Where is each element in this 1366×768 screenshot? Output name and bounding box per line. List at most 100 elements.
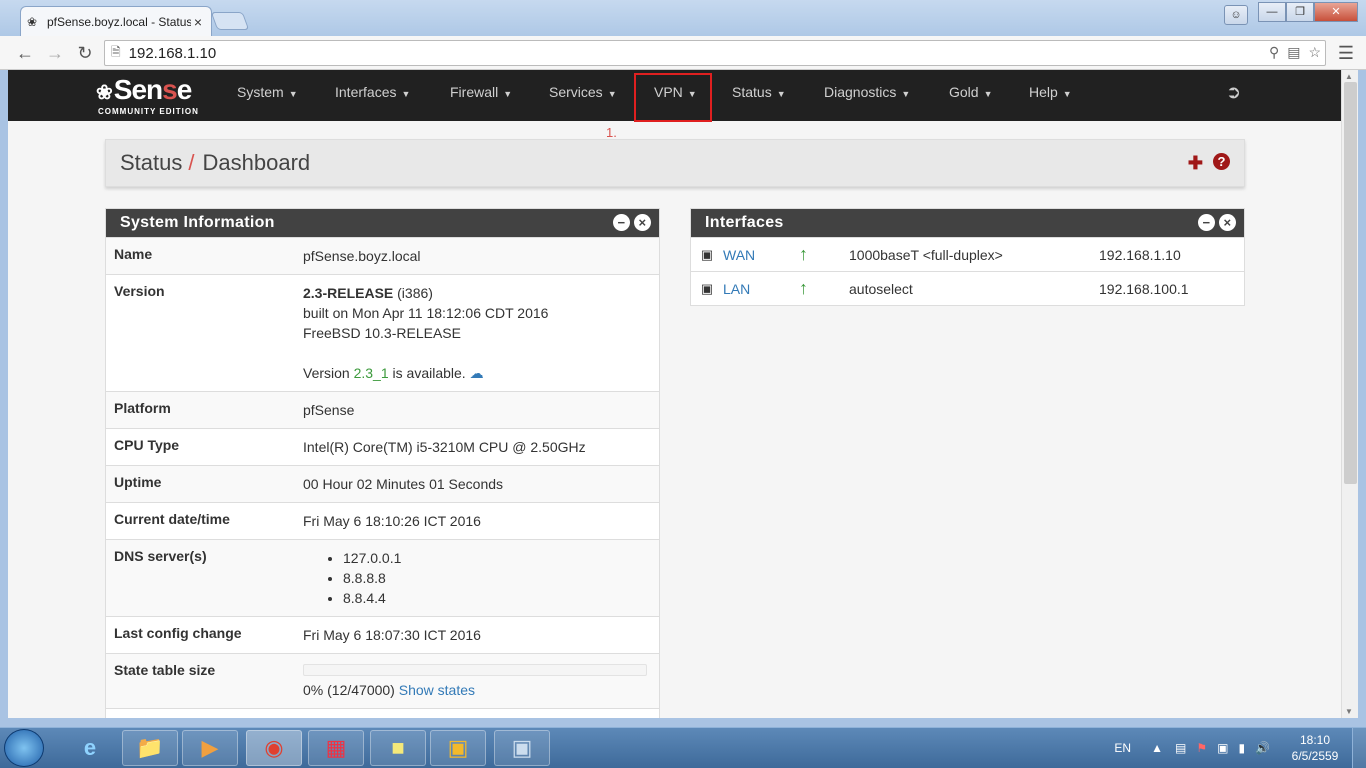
user-profile-icon[interactable]: ☺ [1224, 5, 1248, 25]
tab-title: pfSense.boyz.local - Status [47, 14, 191, 29]
close-panel-icon[interactable]: × [634, 214, 651, 231]
cloud-download-icon[interactable]: ☁ [470, 365, 484, 381]
row-label: Platform [114, 400, 171, 416]
nav-status[interactable]: Status ▼ [732, 70, 786, 121]
tray-device-icon[interactable]: ▣ [1217, 741, 1228, 755]
interface-ip: 192.168.100.1 [1099, 280, 1189, 297]
sticky-notes-icon[interactable]: ■ [370, 730, 426, 766]
nav-gold[interactable]: Gold ▼ [949, 70, 993, 121]
key-icon[interactable]: ⚲ [1269, 44, 1279, 61]
nav-services[interactable]: Services ▼ [549, 70, 617, 121]
show-desktop-button[interactable] [1352, 728, 1366, 768]
url-input[interactable] [128, 44, 1325, 62]
caret-down-icon: ▼ [901, 89, 911, 99]
window-app-icon[interactable]: ▣ [430, 730, 486, 766]
back-arrow-icon[interactable]: ← [14, 42, 36, 64]
scrollbar-thumb[interactable] [1344, 82, 1357, 484]
show-hidden-icons[interactable]: ▲ [1151, 741, 1163, 755]
nav-interfaces[interactable]: Interfaces ▼ [335, 70, 410, 121]
page-title: Dashboard [202, 150, 311, 175]
nav-label: Firewall [450, 84, 499, 100]
forward-arrow-icon[interactable]: → [44, 42, 66, 64]
image-viewer-icon[interactable]: ▣ [494, 730, 550, 766]
interface-wan-link[interactable]: WAN [723, 247, 799, 263]
nav-firewall[interactable]: Firewall ▼ [450, 70, 512, 121]
interface-lan-link[interactable]: LAN [723, 281, 799, 297]
add-widget-icon[interactable]: ✚ [1188, 153, 1203, 174]
table-row: Current date/time Fri May 6 18:10:26 ICT… [106, 502, 659, 539]
close-window-button[interactable]: ✕ [1314, 2, 1358, 22]
interface-media: autoselect [849, 280, 913, 297]
window-frame-left [0, 70, 8, 718]
minimize-panel-icon[interactable]: − [613, 214, 630, 231]
breadcrumb-section[interactable]: Status [120, 150, 182, 176]
pfsense-logo[interactable]: ❀Sense COMMUNITY EDITION [96, 74, 199, 117]
panel-header: System Information − × [106, 209, 659, 237]
nav-help[interactable]: Help ▼ [1029, 70, 1072, 121]
row-value [303, 709, 659, 718]
close-panel-icon[interactable]: × [1219, 214, 1236, 231]
logo-word-b: e [176, 74, 193, 105]
breadcrumb-separator: / [188, 150, 195, 175]
help-icon[interactable]: ? [1213, 153, 1230, 170]
logout-icon[interactable]: ➲ [1226, 82, 1241, 103]
tray-network-icon[interactable]: ▤ [1175, 741, 1186, 755]
new-tab-button[interactable] [210, 12, 250, 30]
volume-icon[interactable]: 🔊 [1255, 741, 1270, 755]
vpn-highlight-box [634, 73, 712, 122]
apps-grid-icon[interactable]: ▦ [308, 730, 364, 766]
caret-down-icon: ▼ [503, 89, 513, 99]
interface-ip: 192.168.1.10 [1099, 246, 1181, 263]
reload-icon[interactable]: ↻ [74, 42, 96, 64]
maximize-button[interactable]: ❐ [1286, 2, 1314, 22]
signal-icon[interactable]: ▮ [1238, 741, 1245, 755]
file-explorer-icon[interactable]: 📁 [122, 730, 178, 766]
browser-tab[interactable]: ❀ pfSense.boyz.local - Status × [20, 6, 212, 36]
status-up-arrow-icon: ↑ [799, 244, 808, 264]
row-label: Last config change [114, 625, 242, 641]
tab-close-icon[interactable]: × [191, 14, 205, 30]
row-label: Current date/time [114, 511, 230, 527]
minimize-button[interactable]: — [1258, 2, 1286, 22]
browser-menu-icon[interactable]: ☰ [1338, 43, 1354, 64]
row-label: Name [114, 246, 153, 262]
list-item: 127.0.0.1 [343, 548, 659, 568]
state-value: 0% (12/47000) [303, 682, 395, 698]
vertical-scrollbar[interactable]: ▲ ▼ [1341, 70, 1358, 718]
minimize-panel-icon[interactable]: − [1198, 214, 1215, 231]
update-version-link[interactable]: 2.3_1 [354, 365, 389, 381]
state-table-progress [303, 664, 647, 676]
start-button[interactable] [4, 729, 44, 767]
address-bar[interactable]: 🗎 ⚲ ▤ ☆ [104, 40, 1326, 66]
ie-icon[interactable]: e [62, 730, 118, 766]
nav-label: Status [732, 84, 772, 100]
logo-word-a: Sen [113, 74, 163, 105]
nav-system[interactable]: System ▼ [237, 70, 298, 121]
pfsense-navbar: ❀Sense COMMUNITY EDITION System ▼ Interfa… [8, 70, 1341, 122]
table-row: Version 2.3-RELEASE (i386) built on Mon … [106, 274, 659, 391]
row-value: Fri May 6 18:10:26 ICT 2016 [303, 513, 481, 529]
chrome-icon[interactable]: ◉ [246, 730, 302, 766]
show-states-link[interactable]: Show states [399, 682, 475, 698]
row-label: DNS server(s) [114, 548, 207, 564]
language-indicator[interactable]: EN [1114, 741, 1131, 755]
row-value: Fri May 6 18:07:30 ICT 2016 [303, 627, 481, 643]
clock[interactable]: 18:10 6/5/2559 [1278, 732, 1352, 764]
version-os: FreeBSD 10.3-RELEASE [303, 325, 461, 341]
caret-down-icon: ▼ [1062, 89, 1072, 99]
scroll-up-arrow-icon[interactable]: ▲ [1345, 72, 1353, 81]
browser-toolbar: ← → ↻ 🗎 ⚲ ▤ ☆ ☰ [0, 36, 1366, 70]
list-item: 8.8.8.8 [343, 568, 659, 588]
clock-date: 6/5/2559 [1291, 749, 1339, 763]
action-center-icon[interactable]: ⚑ [1196, 741, 1207, 755]
pfsense-favicon: ❀ [27, 14, 38, 29]
scroll-down-arrow-icon[interactable]: ▼ [1345, 707, 1353, 716]
nav-diagnostics[interactable]: Diagnostics ▼ [824, 70, 910, 121]
dns-list: 127.0.0.1 8.8.8.8 8.8.4.4 [303, 548, 659, 608]
logo-circles-icon: ❀ [96, 82, 113, 104]
translate-icon[interactable]: ▤ [1287, 44, 1300, 61]
clock-time: 18:10 [1299, 733, 1331, 747]
media-player-icon[interactable]: ▶ [182, 730, 238, 766]
interface-media: 1000baseT <full-duplex> [849, 246, 1003, 263]
bookmark-star-icon[interactable]: ☆ [1308, 44, 1321, 61]
